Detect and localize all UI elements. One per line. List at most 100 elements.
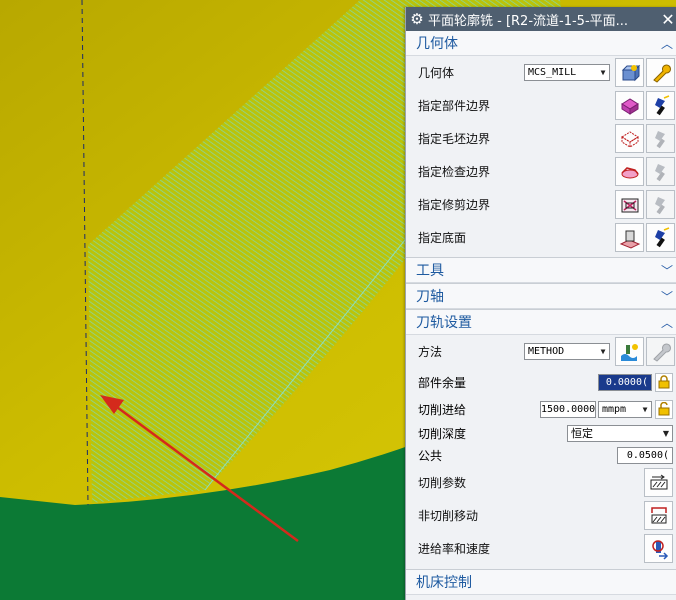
select-part-boundary-button[interactable] <box>615 91 644 120</box>
planar-profile-dialog: ⚙ 平面轮廓铣 - [R2-流道-1-5-平面... ✕ 几何体 ︿ 几何体 M… <box>405 7 676 600</box>
trim-boundary-label: 指定修剪边界 <box>418 198 491 212</box>
stock-lock-button[interactable] <box>655 372 673 392</box>
method-select-value: METHOD <box>528 346 565 357</box>
cut-params-icon <box>650 474 667 489</box>
close-icon[interactable]: ✕ <box>659 10 676 29</box>
part-boundary-label: 指定部件边界 <box>418 99 491 113</box>
non-cut-row: 非切削移动 <box>406 499 676 532</box>
select-check-boundary-button[interactable] <box>615 157 644 186</box>
section-geometry-title: 几何体 <box>416 36 458 52</box>
stock-label: 部件余量 <box>418 375 467 390</box>
section-next-title: 机床控制 <box>416 575 472 591</box>
lock-icon <box>658 375 670 389</box>
feed-lock-button[interactable] <box>655 399 673 419</box>
wrench-disabled-icon <box>652 343 671 362</box>
part-boundary-row: 指定部件边界 <box>406 89 676 122</box>
feeds-speeds-row: 进给率和速度 <box>406 532 676 565</box>
section-geometry-header[interactable]: 几何体 ︿ <box>406 31 676 56</box>
wrench-icon <box>652 64 671 83</box>
floor-row: 指定底面 <box>406 221 676 254</box>
geometry-select-value: MCS_MILL <box>528 67 577 78</box>
dialog-titlebar: ⚙ 平面轮廓铣 - [R2-流道-1-5-平面... ✕ <box>406 7 676 31</box>
flashlight-icon <box>654 94 669 115</box>
non-cut-moves-icon <box>650 506 667 523</box>
common-label: 公共 <box>418 448 443 463</box>
method-select[interactable]: METHOD ▼ <box>524 343 610 360</box>
display-trim-boundary-button[interactable] <box>646 190 675 219</box>
feed-unit-select[interactable]: mmpm ▼ <box>598 400 652 418</box>
gear-icon[interactable]: ⚙ <box>406 10 428 28</box>
dialog-title: 平面轮廓铣 - [R2-流道-1-5-平面... <box>428 13 629 29</box>
chevron-up-icon[interactable]: ︿ <box>657 35 676 52</box>
display-part-boundary-button[interactable] <box>646 91 675 120</box>
chevron-up-icon[interactable]: ︿ <box>657 314 676 331</box>
geometry-row: 几何体 MCS_MILL ▼ <box>406 56 676 89</box>
flashlight-disabled-icon <box>654 196 665 214</box>
flashlight-icon <box>654 226 669 247</box>
blank-boundary-label: 指定毛坯边界 <box>418 132 491 146</box>
chevron-down-icon[interactable]: ﹀ <box>657 288 676 305</box>
section-tool-header[interactable]: 工具 ﹀ <box>406 257 676 283</box>
check-boundary-icon <box>620 166 639 178</box>
select-floor-button[interactable] <box>615 223 644 252</box>
dropdown-arrow-icon: ▼ <box>600 68 606 77</box>
common-row: 公共 0.0500( <box>406 444 676 466</box>
non-cut-button[interactable] <box>644 501 673 530</box>
display-blank-boundary-button[interactable] <box>646 124 675 153</box>
dropdown-arrow-icon: ▼ <box>662 428 670 438</box>
select-blank-boundary-button[interactable] <box>615 124 644 153</box>
trim-boundary-row: 指定修剪边界 <box>406 188 676 221</box>
feed-label: 切削进给 <box>418 402 467 417</box>
feeds-speeds-button[interactable] <box>644 534 673 563</box>
cut-params-row: 切削参数 <box>406 466 676 499</box>
trim-boundary-icon <box>621 198 638 212</box>
new-method-button[interactable] <box>615 337 644 366</box>
new-geometry-button[interactable] <box>615 58 644 87</box>
cut-params-label: 切削参数 <box>418 476 467 490</box>
dropdown-arrow-icon: ▼ <box>642 404 648 414</box>
new-method-icon <box>620 343 638 361</box>
select-trim-boundary-button[interactable] <box>615 190 644 219</box>
dropdown-arrow-icon: ▼ <box>600 347 606 356</box>
feeds-speeds-label: 进给率和速度 <box>418 542 491 556</box>
feeds-speeds-icon <box>651 539 668 560</box>
section-tool-title: 工具 <box>416 263 444 279</box>
unlock-icon <box>658 402 670 416</box>
floor-label: 指定底面 <box>418 231 467 245</box>
depth-select[interactable]: 恒定 ▼ <box>567 424 673 442</box>
display-check-boundary-button[interactable] <box>646 157 675 186</box>
chevron-down-icon[interactable]: ﹀ <box>657 262 676 279</box>
depth-select-value: 恒定 <box>571 427 593 440</box>
cut-params-button[interactable] <box>644 468 673 497</box>
geometry-select[interactable]: MCS_MILL ▼ <box>524 64 610 81</box>
section-axis-header[interactable]: 刀轴 ﹀ <box>406 283 676 309</box>
section-axis-title: 刀轴 <box>416 289 444 305</box>
new-geometry-icon <box>621 64 640 81</box>
feed-unit-value: mmpm <box>602 403 627 415</box>
check-boundary-label: 指定检查边界 <box>418 165 491 179</box>
section-path-header[interactable]: 刀轨设置 ︿ <box>406 309 676 335</box>
depth-row: 切削深度 恒定 ▼ <box>406 422 676 444</box>
edit-geometry-button[interactable] <box>646 58 675 87</box>
stock-input[interactable]: 0.0000( <box>598 373 652 391</box>
depth-label: 切削深度 <box>418 426 467 441</box>
edit-method-button[interactable] <box>646 337 675 366</box>
part-boundary-icon <box>620 97 639 115</box>
geometry-label: 几何体 <box>418 66 455 80</box>
check-boundary-row: 指定检查边界 <box>406 155 676 188</box>
feed-input[interactable]: 1500.0000 <box>540 400 596 418</box>
method-row: 方法 METHOD ▼ <box>406 335 676 368</box>
non-cut-label: 非切削移动 <box>418 509 479 523</box>
flashlight-disabled-icon <box>654 163 665 181</box>
stock-row: 部件余量 0.0000( <box>406 368 676 396</box>
display-floor-button[interactable] <box>646 223 675 252</box>
flashlight-disabled-icon <box>654 130 665 148</box>
common-input[interactable]: 0.0500( <box>617 446 673 464</box>
section-path-title: 刀轨设置 <box>416 315 472 331</box>
feed-row: 切削进给 1500.0000 mmpm ▼ <box>406 396 676 422</box>
floor-plane-icon <box>619 230 640 249</box>
blank-boundary-row: 指定毛坯边界 <box>406 122 676 155</box>
blank-boundary-icon <box>620 130 639 148</box>
method-label: 方法 <box>418 345 443 359</box>
section-next-header[interactable]: 机床控制 <box>406 569 676 595</box>
